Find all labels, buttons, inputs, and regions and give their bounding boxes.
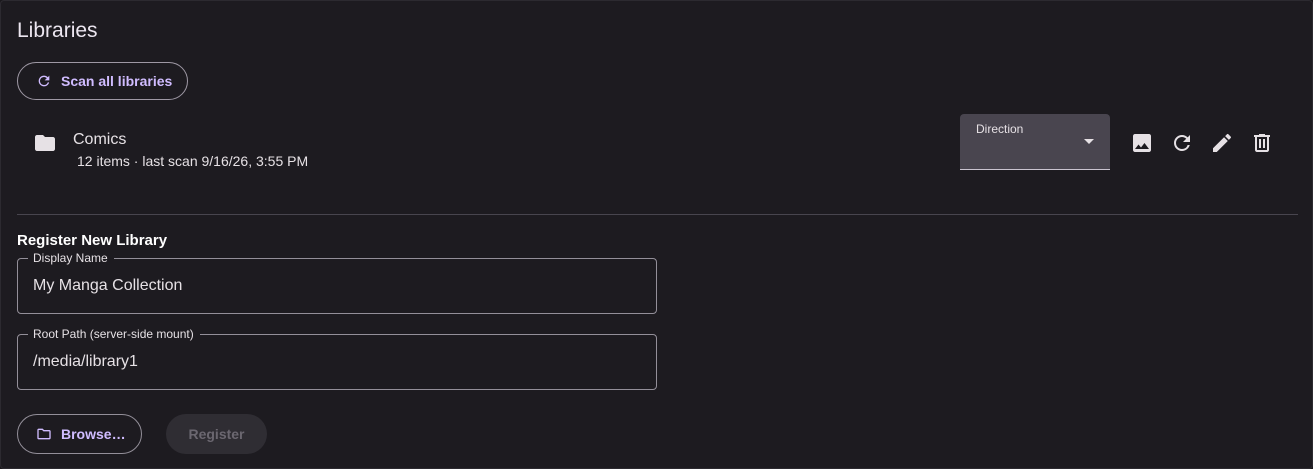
register-label: Register (188, 426, 245, 442)
direction-select[interactable]: Direction (960, 114, 1110, 170)
page-title: Libraries (17, 19, 98, 42)
scan-all-libraries-button[interactable]: Scan all libraries (17, 62, 188, 100)
dropdown-arrow-icon (1084, 139, 1094, 144)
libraries-panel: Libraries Scan all libraries Comics 12 i… (0, 0, 1313, 469)
edit-icon[interactable] (1210, 131, 1234, 155)
root-path-label: Root Path (server-side mount) (28, 327, 200, 341)
refresh-icon[interactable] (1170, 131, 1194, 155)
display-name-field: Display Name (17, 251, 657, 314)
section-divider (17, 214, 1298, 215)
image-icon[interactable] (1130, 131, 1154, 155)
delete-icon[interactable] (1250, 131, 1274, 155)
root-path-input[interactable] (33, 349, 633, 375)
refresh-icon (36, 73, 52, 89)
root-path-field: Root Path (server-side mount) (17, 327, 657, 390)
library-name: Comics (73, 131, 127, 148)
browse-label: Browse… (61, 426, 126, 442)
library-row: Comics 12 items · last scan 9/16/26, 3:5… (1, 111, 1312, 191)
browse-button[interactable]: Browse… (17, 414, 142, 454)
scan-all-label: Scan all libraries (61, 73, 173, 89)
direction-label: Direction (976, 122, 1024, 136)
library-meta: 12 items · last scan 9/16/26, 3:55 PM (77, 153, 309, 169)
display-name-label: Display Name (28, 251, 114, 265)
folder-icon (33, 131, 57, 155)
folder-outline-icon (36, 426, 52, 442)
display-name-input[interactable] (33, 273, 633, 299)
register-button[interactable]: Register (166, 414, 267, 454)
register-section-title: Register New Library (17, 232, 168, 249)
